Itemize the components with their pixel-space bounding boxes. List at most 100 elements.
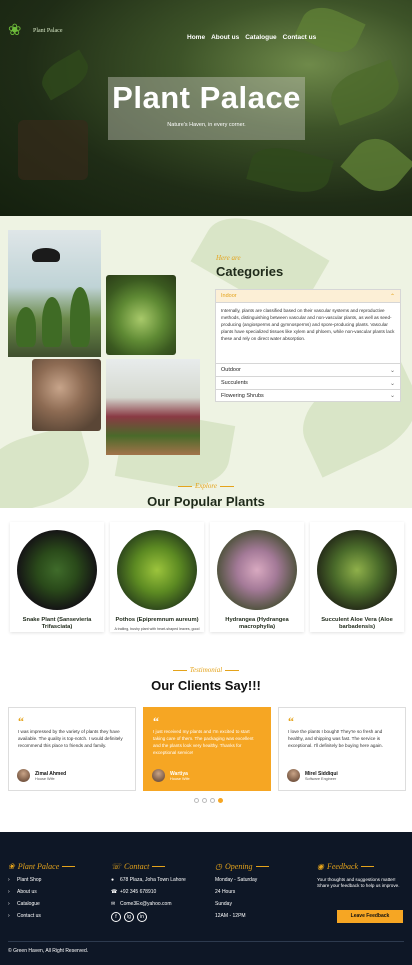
opening-line: Sunday	[215, 901, 232, 907]
testimonial-text: I just received my plants and I'm excite…	[153, 729, 254, 755]
accordion-label: Outdoor	[221, 367, 241, 373]
plant-name: Pothos (Epipremnum aureum)	[115, 617, 199, 623]
hero-leaf-decoration	[294, 0, 366, 61]
hero-leaf-decoration	[340, 128, 412, 202]
footer-heading: ❀ Plant Palace	[8, 862, 76, 871]
kicker-line	[172, 669, 187, 671]
copyright: © Green Haven, All Right Reserved.	[8, 948, 89, 954]
chat-icon: ◉	[317, 862, 324, 871]
phone-icon: ☎	[111, 889, 118, 895]
quote-icon: “	[18, 714, 24, 728]
linkedin-icon[interactable]: in	[137, 912, 147, 922]
testimonial-text: I love the plants I bought! They're so f…	[288, 729, 383, 748]
testimonial-card[interactable]: “ I love the plants I bought! They're so…	[278, 707, 406, 791]
opening-line: 12AM - 12PM	[215, 913, 246, 919]
chevron-up-icon: ⌃	[389, 293, 395, 300]
hero-leaf-decoration	[324, 59, 406, 126]
plant-shape	[70, 287, 90, 347]
footer-heading-text: Opening	[224, 862, 253, 871]
accordion-item-succulents[interactable]: Succulents ⌄	[215, 376, 401, 389]
leave-feedback-button[interactable]: Leave Feedback	[337, 910, 403, 923]
footer-link[interactable]: › Plant Shop	[8, 877, 75, 883]
footer-heading: ☏ Contact	[111, 862, 186, 871]
carousel-dot-active[interactable]	[218, 798, 223, 803]
footer-email[interactable]: ✉ Come3Ex@yahoo.com	[111, 901, 186, 907]
logo[interactable]: ❀ Plant Palace	[8, 22, 63, 40]
testimonial-card[interactable]: “ I just received my plants and I'm exci…	[143, 707, 271, 791]
footer-heading-text: Feedback	[326, 862, 359, 871]
chevron-down-icon: ⌄	[389, 393, 395, 399]
kicker-line	[219, 485, 234, 487]
footer-link[interactable]: › Contact us	[8, 913, 75, 919]
categories-accordion: Indoor ⌃ Internally, plants are classifi…	[215, 289, 401, 402]
accordion-body-indoor: Internally, plants are classified based …	[215, 302, 401, 363]
footer-phone[interactable]: ☎ +92 345 678910	[111, 889, 186, 895]
plant-card[interactable]: Succulent Aloe Vera (Aloe barbadensis)	[310, 522, 404, 632]
aloe-image	[317, 530, 397, 610]
footer-link-text: Plant Shop	[17, 877, 42, 883]
hero-leaf-decoration	[35, 49, 95, 101]
footer-feedback-column: ◉ Feedback Your thoughts and suggestions…	[317, 862, 407, 890]
nav-home[interactable]: Home	[187, 34, 205, 41]
carousel-dot[interactable]	[210, 798, 215, 803]
avatar	[17, 769, 30, 782]
footer-heading: ◷ Opening	[215, 862, 269, 871]
footer-heading-text: Contact	[124, 862, 150, 871]
footer-link-text: About us	[17, 889, 37, 895]
leaf-logo-icon: ❀	[8, 22, 22, 39]
footer-heading: ◉ Feedback	[317, 862, 407, 871]
aloe-closeup-image	[106, 275, 176, 355]
chevron-down-icon: ⌄	[389, 367, 395, 374]
instagram-icon[interactable]: ig	[124, 912, 134, 922]
accordion-item-flowering-shrubs[interactable]: Flowering Shrubs ⌄	[215, 389, 401, 402]
carousel-dot[interactable]	[194, 798, 199, 803]
heading-line	[255, 866, 269, 867]
testimonial-text: I was impressed by the variety of plants…	[18, 729, 123, 748]
carousel-dot[interactable]	[202, 798, 207, 803]
leaf-icon: ❀	[8, 862, 15, 871]
accordion-item-outdoor[interactable]: Outdoor ⌄	[215, 363, 401, 376]
accordion-label: Succulents	[221, 380, 248, 386]
phone-text: +92 345 678910	[120, 889, 157, 895]
heading-line	[361, 866, 375, 867]
accordion-item-indoor[interactable]: Indoor ⌃	[215, 289, 401, 302]
plant-card[interactable]: Pothos (Epipremnum aureum) A trailing, b…	[110, 522, 204, 632]
kicker-line	[178, 485, 193, 487]
logo-text: Plant Palace	[33, 28, 63, 34]
chevron-right-icon: ›	[8, 877, 10, 883]
facebook-icon[interactable]: f	[111, 912, 121, 922]
plant-card[interactable]: Hydrangea (Hydrangea macrophylla)	[210, 522, 304, 632]
popular-kicker: Explore	[0, 482, 412, 490]
nav-about[interactable]: About us	[211, 34, 239, 41]
potted-plants-image	[106, 359, 200, 455]
testimonial-title: Our Clients Say!!!	[151, 678, 261, 693]
hero-subtitle: Nature's Haven, in every corner.	[167, 122, 246, 128]
feedback-text: Your thoughts and suggestions matter! Sh…	[317, 877, 400, 889]
footer-brand-column: ❀ Plant Palace › Plant Shop › About us › Ca…	[8, 862, 76, 919]
plant-shape	[42, 297, 62, 347]
snake-plant-image	[17, 530, 97, 610]
nav-catalogue[interactable]: Catalogue	[245, 34, 276, 41]
plant-name: Succulent Aloe Vera (Aloe barbadensis)	[321, 617, 393, 630]
succulent-cluster-image	[32, 359, 101, 431]
footer-link[interactable]: › About us	[8, 889, 75, 895]
testimonial-author: Zimal Ahmed House Wife	[17, 769, 66, 782]
footer-opening-column: ◷ Opening Monday - Saturday 24 Hours Sun…	[215, 862, 269, 919]
footer-link[interactable]: › Catalogue	[8, 901, 75, 907]
location-icon: ●	[111, 877, 115, 883]
heading-line	[152, 866, 166, 867]
testimonial-card[interactable]: “ I was impressed by the variety of plan…	[8, 707, 136, 791]
hero-pot	[18, 120, 88, 180]
footer-address: ● 678 Plaza, Joha Town Lahore	[111, 877, 186, 883]
nav-contact[interactable]: Contact us	[283, 34, 317, 41]
email-text: Come3Ex@yahoo.com	[120, 901, 172, 907]
quote-icon: “	[153, 714, 159, 728]
footer-divider	[8, 941, 404, 942]
footer-heading-text: Plant Palace	[17, 862, 60, 871]
accordion-label: Flowering Shrubs	[221, 392, 264, 399]
plant-card[interactable]: Snake Plant (Sansevieria Trifasciata)	[10, 522, 104, 632]
categories-title: Categories	[216, 264, 284, 279]
footer-contact-column: ☏ Contact ● 678 Plaza, Joha Town Lahore ☎…	[111, 862, 186, 922]
accordion-label: Indoor	[221, 293, 237, 299]
author-role: House Wife	[35, 776, 55, 781]
